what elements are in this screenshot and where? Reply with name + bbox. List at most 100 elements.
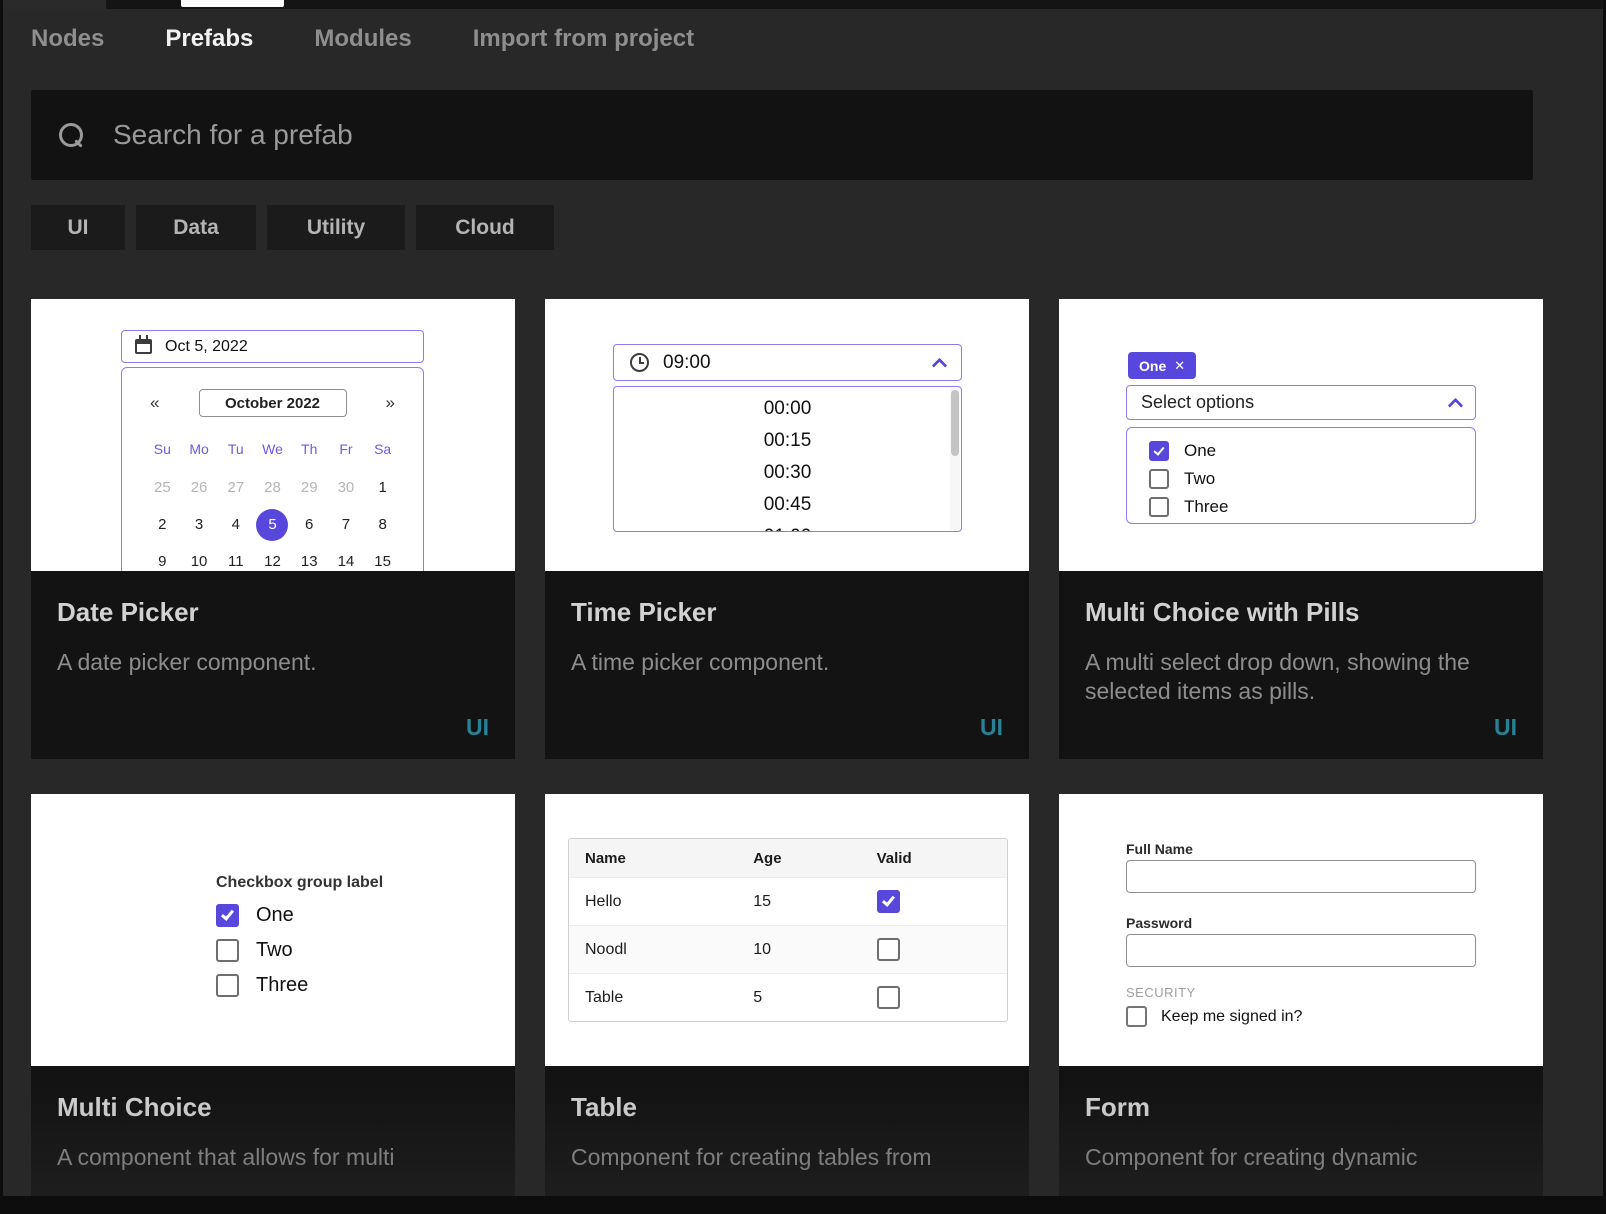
time-option[interactable]: 00:15 [614, 425, 961, 457]
keep-signed-in-option[interactable]: Keep me signed in? [1126, 1006, 1302, 1027]
calendar-day[interactable]: 7 [330, 509, 362, 541]
calendar-day[interactable]: 8 [367, 509, 399, 541]
date-input-value: Oct 5, 2022 [165, 338, 248, 356]
calendar-day-selected[interactable]: 5 [256, 509, 288, 541]
card-title: Multi Choice [57, 1092, 489, 1123]
time-select[interactable]: 09:00 [613, 344, 962, 381]
password-field[interactable] [1126, 934, 1476, 967]
calendar-date-row: 25 26 27 28 29 30 1 [122, 469, 423, 506]
selected-pill[interactable]: One ✕ [1128, 352, 1196, 379]
field-label: Full Name [1126, 841, 1193, 857]
top-strip-left-segment [3, 0, 106, 9]
date-input[interactable]: Oct 5, 2022 [121, 330, 424, 363]
full-name-field[interactable] [1126, 860, 1476, 893]
calendar-day[interactable]: 6 [293, 509, 325, 541]
checkbox[interactable] [877, 938, 900, 961]
calendar-day[interactable]: 9 [146, 546, 178, 572]
option-label: Two [256, 939, 293, 962]
card-title: Date Picker [57, 597, 489, 628]
checkbox[interactable] [1149, 469, 1169, 489]
calendar-day[interactable]: 2 [146, 509, 178, 541]
calendar-day[interactable]: 10 [183, 546, 215, 572]
prefab-card-time-picker[interactable]: 09:00 00:00 00:15 00:30 00:45 01:00 [545, 299, 1029, 759]
calendar-day[interactable]: 13 [293, 546, 325, 572]
checkbox-checked[interactable] [877, 890, 900, 913]
calendar-icon [135, 339, 152, 354]
calendar-prev-button[interactable]: « [150, 393, 159, 413]
checkbox-checked[interactable] [1149, 441, 1169, 461]
checkbox-option[interactable]: Two [216, 938, 383, 962]
calendar-day[interactable]: 4 [220, 509, 252, 541]
time-option[interactable]: 00:45 [614, 489, 961, 521]
tab-modules[interactable]: Modules [314, 25, 411, 53]
chevron-up-icon [1448, 397, 1464, 413]
checkbox[interactable] [877, 986, 900, 1009]
tab-nodes[interactable]: Nodes [31, 25, 104, 53]
filter-chip-ui[interactable]: UI [31, 205, 125, 250]
calendar-day[interactable]: 27 [220, 472, 252, 504]
tab-prefabs[interactable]: Prefabs [165, 25, 253, 53]
checkbox[interactable] [1149, 497, 1169, 517]
calendar-day[interactable]: 11 [220, 546, 252, 572]
calendar-day[interactable]: 15 [367, 546, 399, 572]
checkbox[interactable] [1126, 1006, 1147, 1027]
card-description: A component that allows for multi [57, 1143, 489, 1172]
time-picker-preview: 09:00 00:00 00:15 00:30 00:45 01:00 [545, 299, 1029, 571]
search-input[interactable] [113, 119, 1313, 151]
checkbox[interactable] [216, 939, 239, 962]
filter-chip-utility[interactable]: Utility [267, 205, 405, 250]
table-row[interactable]: Hello 15 [569, 877, 1007, 925]
dropdown-option[interactable]: Three [1149, 493, 1475, 521]
prefab-card-multi-choice[interactable]: Checkbox group label One Two Three [31, 794, 515, 1214]
prefab-card-date-picker[interactable]: Oct 5, 2022 « October 2022 » Su Mo Tu We [31, 299, 515, 759]
multi-select[interactable]: Select options [1126, 385, 1476, 420]
table-row[interactable]: Noodl 10 [569, 925, 1007, 973]
calendar-day[interactable]: 14 [330, 546, 362, 572]
scrollbar-track[interactable] [950, 388, 960, 530]
card-title: Table [571, 1092, 1003, 1123]
table-cell: 5 [753, 989, 876, 1007]
dropdown-option[interactable]: One [1149, 437, 1475, 465]
close-icon[interactable]: ✕ [1174, 358, 1185, 374]
calendar-date-row: 2 3 4 5 6 7 8 [122, 506, 423, 543]
dropdown-option[interactable]: Two [1149, 465, 1475, 493]
calendar-day[interactable]: 26 [183, 472, 215, 504]
card-info: Time Picker A time picker component. UI [545, 571, 1029, 759]
card-description: Component for creating dynamic [1085, 1143, 1517, 1172]
form-preview: Full Name Password SECURITY Keep me sign… [1059, 794, 1543, 1066]
search-bar[interactable] [31, 90, 1533, 180]
time-option[interactable]: 00:00 [614, 393, 961, 425]
checkbox[interactable] [216, 974, 239, 997]
calendar-month-button[interactable]: October 2022 [199, 389, 347, 417]
table-row[interactable]: Table 5 [569, 973, 1007, 1021]
calendar-day[interactable]: 30 [330, 472, 362, 504]
tab-import-from-project[interactable]: Import from project [473, 25, 694, 53]
scrollbar-thumb[interactable] [951, 390, 959, 456]
table-cell: Hello [569, 893, 753, 911]
card-info: Form Component for creating dynamic [1059, 1066, 1543, 1214]
checkbox-option[interactable]: One [216, 903, 383, 927]
filter-chip-data[interactable]: Data [136, 205, 256, 250]
calendar-day[interactable]: 1 [367, 472, 399, 504]
time-option[interactable]: 00:30 [614, 457, 961, 489]
calendar-day[interactable]: 25 [146, 472, 178, 504]
calendar-day[interactable]: 28 [256, 472, 288, 504]
calendar-day[interactable]: 3 [183, 509, 215, 541]
time-option[interactable]: 01:00 [614, 521, 961, 532]
calendar-day[interactable]: 29 [293, 472, 325, 504]
prefab-card-multi-choice-pills[interactable]: One ✕ Select options One [1059, 299, 1543, 759]
field-label: Password [1126, 915, 1192, 931]
calendar-next-button[interactable]: » [386, 393, 395, 413]
filter-chip-cloud[interactable]: Cloud [416, 205, 554, 250]
check-icon [882, 893, 895, 907]
active-tab-indicator [181, 0, 284, 7]
calendar-day[interactable]: 12 [256, 546, 288, 572]
prefab-card-table[interactable]: Name Age Valid Hello 15 Noodl 10 [545, 794, 1029, 1214]
weekday-label: Th [291, 441, 328, 457]
card-info: Date Picker A date picker component. UI [31, 571, 515, 759]
checkbox-option[interactable]: Three [216, 973, 383, 997]
weekday-label: Su [144, 441, 181, 457]
checkbox-checked[interactable] [216, 904, 239, 927]
card-info: Multi Choice A component that allows for… [31, 1066, 515, 1214]
prefab-card-form[interactable]: Full Name Password SECURITY Keep me sign… [1059, 794, 1543, 1214]
